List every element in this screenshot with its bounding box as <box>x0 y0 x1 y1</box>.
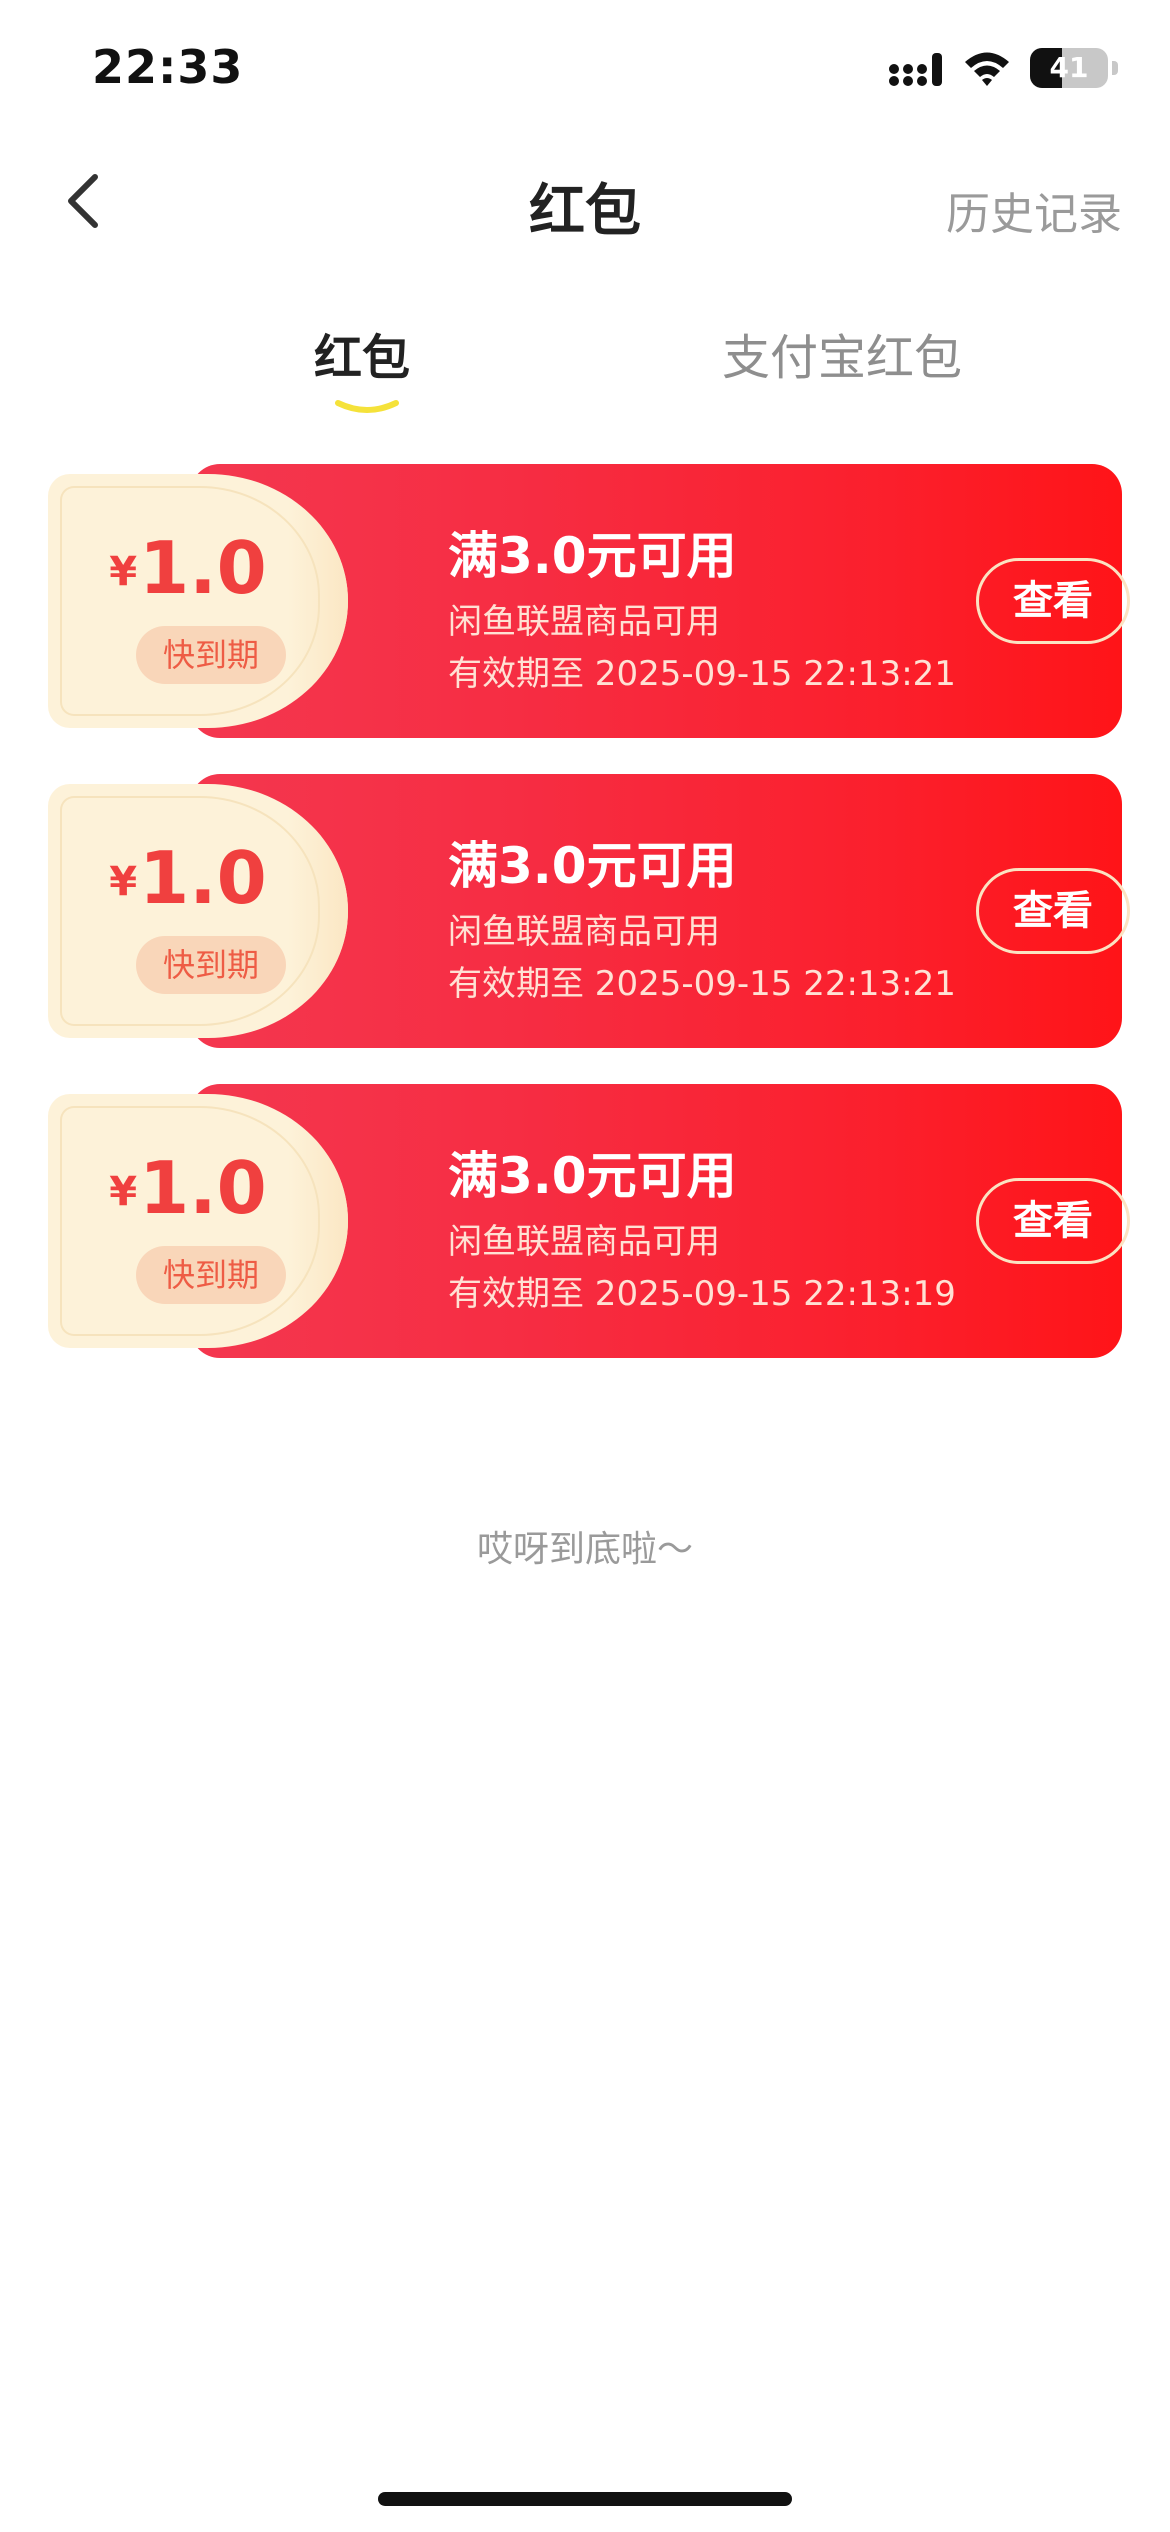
coupon-card: ¥1.0 快到期 满3.0元可用 闲鱼联盟商品可用 有效期至 2025-09-1… <box>48 1080 1130 1358</box>
coupon-amount: ¥1.0 <box>48 1146 328 1230</box>
battery-percentage: 41 <box>1049 51 1089 84</box>
nav-bar: 红包 历史记录 <box>0 140 1170 260</box>
tab-alipay-red-packet[interactable]: 支付宝红包 <box>722 318 962 388</box>
battery-icon: 41 <box>1030 48 1108 88</box>
app-root: 22:33 41 红包 历史记录 红包 支付宝红包 ¥1.0 快到期 满3.0元… <box>0 0 1170 2532</box>
coupon-card: ¥1.0 快到期 满3.0元可用 闲鱼联盟商品可用 有效期至 2025-09-1… <box>48 770 1130 1048</box>
amount-value: 1.0 <box>139 526 267 610</box>
coupon-validity: 有效期至 2025-09-15 22:13:19 <box>448 1274 956 1314</box>
tab-active-indicator <box>335 400 399 413</box>
history-link[interactable]: 历史记录 <box>946 178 1122 242</box>
view-button[interactable]: 查看 <box>976 558 1130 644</box>
status-icons: 41 <box>888 48 1118 88</box>
coupon-scope: 闲鱼联盟商品可用 <box>448 602 720 642</box>
view-button[interactable]: 查看 <box>976 1178 1130 1264</box>
tabs: 红包 支付宝红包 <box>0 318 1170 428</box>
coupon-scope: 闲鱼联盟商品可用 <box>448 1222 720 1262</box>
expiring-soon-badge: 快到期 <box>136 1246 286 1304</box>
coupon-amount: ¥1.0 <box>48 526 328 610</box>
currency-symbol: ¥ <box>109 1169 138 1215</box>
wifi-icon <box>965 52 1009 86</box>
status-time: 22:33 <box>92 40 244 94</box>
home-indicator[interactable] <box>378 2492 792 2506</box>
coupon-stub: ¥1.0 快到期 <box>48 1094 348 1348</box>
coupon-card: ¥1.0 快到期 满3.0元可用 闲鱼联盟商品可用 有效期至 2025-09-1… <box>48 460 1130 738</box>
signal-icon <box>889 53 942 86</box>
expiring-soon-badge: 快到期 <box>136 936 286 994</box>
status-bar: 22:33 41 <box>0 0 1170 140</box>
coupon-amount: ¥1.0 <box>48 836 328 920</box>
expiring-soon-badge: 快到期 <box>136 626 286 684</box>
battery-cap <box>1112 61 1118 75</box>
end-of-list-text: 哎呀到底啦～ <box>476 1529 693 1570</box>
coupon-title: 满3.0元可用 <box>448 527 737 585</box>
coupon-title: 满3.0元可用 <box>448 1147 737 1205</box>
coupon-title: 满3.0元可用 <box>448 837 737 895</box>
currency-symbol: ¥ <box>109 549 138 595</box>
coupon-validity: 有效期至 2025-09-15 22:13:21 <box>448 654 956 694</box>
amount-value: 1.0 <box>139 836 267 920</box>
currency-symbol: ¥ <box>109 859 138 905</box>
coupon-scope: 闲鱼联盟商品可用 <box>448 912 720 952</box>
coupon-validity: 有效期至 2025-09-15 22:13:21 <box>448 964 956 1004</box>
amount-value: 1.0 <box>139 1146 267 1230</box>
coupon-stub: ¥1.0 快到期 <box>48 474 348 728</box>
coupon-stub: ¥1.0 快到期 <box>48 784 348 1038</box>
tab-red-packet[interactable]: 红包 <box>314 318 410 388</box>
view-button[interactable]: 查看 <box>976 868 1130 954</box>
